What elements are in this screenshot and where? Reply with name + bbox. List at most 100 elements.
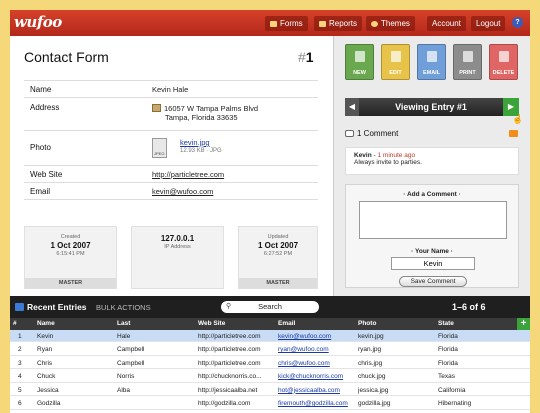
table-cell: Campbell (117, 359, 145, 367)
rss-feed-icon[interactable] (509, 130, 518, 137)
jpeg-file-icon[interactable]: JPEG (152, 138, 167, 158)
nav-account[interactable]: Account (427, 16, 466, 31)
entry-fields: Name Kevin Hale Address 16057 W Tampa Pa… (24, 80, 318, 200)
print-entry-button[interactable]: PRINT (453, 44, 482, 80)
email-entry-button[interactable]: EMAIL (417, 44, 446, 80)
entry-meta-cards: Created 1 Oct 2007 6:15:41 PM MASTER 127… (24, 226, 318, 289)
updated-card: Updated 1 Oct 2007 6:27:52 PM MASTER (238, 226, 318, 289)
field-email-row: Email kevin@wufoo.com (24, 183, 318, 200)
top-bar: wufoo Forms Reports Themes Account Logou… (10, 10, 530, 36)
table-cell: California (438, 386, 466, 394)
save-comment-button[interactable]: Save Comment (399, 276, 467, 287)
add-entry-button[interactable]: + (517, 318, 530, 330)
table-cell: 3 (18, 359, 22, 367)
address-line1: 16057 W Tampa Palms Blvd (164, 104, 259, 113)
table-cell: http://particletree.com (198, 346, 261, 353)
nav-forms[interactable]: Forms (265, 16, 308, 31)
field-label: Email (30, 187, 51, 196)
nav-reports[interactable]: Reports (314, 16, 363, 31)
card-time: 6:15:41 PM (56, 251, 85, 257)
email-link[interactable]: kevin@wufoo.com (152, 187, 213, 196)
table-cell: http://particletree.com (198, 359, 261, 367)
table-cell: Texas (438, 373, 455, 380)
wufoo-logo[interactable]: wufoo (14, 13, 62, 31)
column-header[interactable]: Email (278, 320, 295, 327)
table-cell[interactable]: kevin@wufoo.com (278, 333, 356, 340)
field-value: Kevin Hale (152, 85, 189, 94)
column-header[interactable]: Name (37, 320, 55, 327)
address-card-icon (152, 104, 161, 112)
table-cell: Florida (438, 359, 458, 367)
card-footer: MASTER (239, 278, 317, 288)
table-cell: 4 (18, 373, 22, 380)
column-header[interactable]: # (13, 320, 17, 327)
table-cell: Ryan (37, 346, 53, 353)
table-row[interactable]: 5 Jessica Alba http://jessicaalba.net hot@je… (10, 384, 530, 396)
table-cell[interactable]: hot@jessicaalba.com (278, 387, 356, 394)
entry-number: #1 (298, 49, 314, 65)
search-field[interactable]: ⚲ Search (221, 301, 319, 313)
your-name-heading: · Your Name · (411, 248, 453, 255)
edit-entry-button[interactable]: EDIT (381, 44, 410, 80)
table-row[interactable]: 6 Godzilla http://godzilla.com firemouth@go… (10, 398, 530, 410)
field-label: Web Site (30, 170, 63, 179)
nav-reports-label: Reports (329, 19, 358, 28)
table-cell: http://particletree.com (198, 332, 261, 340)
table-row[interactable]: 4 Chuck Norris http://chucknorris.co... kick… (10, 371, 530, 383)
table-cell: http://chucknorris.co... (198, 373, 262, 380)
pagination-count: 1–6 of 6 (452, 302, 486, 312)
action-label: NEW (353, 70, 366, 76)
address-value: 16057 W Tampa Palms Blvd (152, 104, 258, 113)
forms-icon (270, 21, 277, 27)
name-input[interactable] (391, 257, 475, 270)
table-cell: Jessica (37, 386, 59, 394)
table-cell: Florida (438, 346, 458, 353)
field-website-row: Web Site http://particletree.com (24, 166, 318, 183)
nav-logout-label: Logout (476, 19, 501, 28)
side-panel: NEW EDIT EMAIL PRINT DELETE ◀ Viewing En… (333, 36, 530, 296)
card-time: IP Address (164, 244, 191, 250)
field-name-row: Name Kevin Hale (24, 81, 318, 98)
website-link[interactable]: http://particletree.com (152, 170, 224, 179)
comment-icon (345, 130, 354, 137)
add-comment-form: · Add a Comment · · Your Name · Save Com… (345, 184, 519, 288)
table-cell: chuck.jpg (358, 373, 386, 380)
reports-icon (319, 21, 326, 27)
table-cell[interactable]: kick@chucknorris.com (278, 373, 356, 380)
table-cell: Chuck (37, 373, 56, 380)
table-row[interactable]: 1 Kevin Hale http://particletree.com kevin@w… (10, 330, 530, 342)
bulk-actions-button[interactable]: BULK ACTIONS (96, 303, 151, 312)
table-cell: jessica.jpg (358, 386, 389, 394)
nav-themes[interactable]: Themes (366, 16, 415, 31)
column-header[interactable]: State (438, 320, 454, 327)
nav-logout[interactable]: Logout (471, 16, 506, 31)
help-icon[interactable]: ? (512, 17, 523, 28)
table-row[interactable]: 3 Chris Campbell http://particletree.com chr… (10, 357, 530, 369)
ip-card: 127.0.0.1 IP Address (131, 226, 224, 289)
table-cell: 6 (18, 400, 22, 407)
photo-attachment: JPEG kevin.jpg 12.93 KB · JPG (152, 138, 312, 162)
table-cell[interactable]: chris@wufoo.com (278, 360, 356, 367)
table-cell: 2 (18, 346, 22, 353)
column-header[interactable]: Last (117, 320, 130, 327)
column-header[interactable]: Photo (358, 320, 376, 327)
table-row[interactable]: 2 Ryan Campbell http://particletree.com ryan… (10, 344, 530, 356)
new-entry-button[interactable]: NEW (345, 44, 374, 80)
field-photo-row: Photo JPEG kevin.jpg 12.93 KB · JPG (24, 131, 318, 166)
card-value: 127.0.0.1 (160, 234, 195, 243)
table-cell[interactable]: ryan@wufoo.com (278, 346, 356, 353)
column-header[interactable]: Web Site (198, 320, 225, 327)
delete-entry-button[interactable]: DELETE (489, 44, 518, 80)
file-type-label: JPEG (154, 151, 165, 156)
table-cell[interactable]: firemouth@godzilla.com (278, 400, 356, 407)
entry-number-value: 1 (305, 49, 314, 65)
comment-textarea[interactable] (359, 201, 507, 239)
action-label: PRINT (459, 70, 476, 76)
app-window: wufoo Forms Reports Themes Account Logou… (10, 10, 530, 413)
photo-file-link[interactable]: kevin.jpg (180, 138, 210, 147)
table-cell: Alba (117, 386, 131, 394)
recent-entries-title[interactable]: Recent Entries (27, 302, 87, 312)
previous-entry-button[interactable]: ◀ (345, 98, 359, 116)
entries-icon (15, 303, 24, 311)
comments-count: 1 Comment (357, 129, 399, 138)
